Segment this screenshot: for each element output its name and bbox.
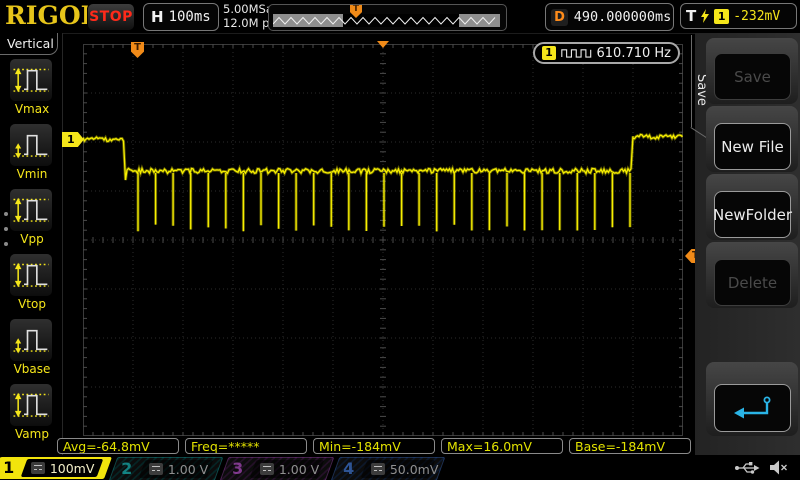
- menu-item-vmax[interactable]: Vmax: [9, 58, 55, 116]
- speaker-muted-icon: [769, 460, 788, 475]
- measurement-base: Base=-184mV: [569, 438, 691, 454]
- channel-tab-4[interactable]: 4 50.0mV: [331, 457, 446, 480]
- channel-number: 1: [3, 458, 14, 477]
- softkey-new-file[interactable]: New File: [714, 123, 791, 170]
- coupling-dc-icon: [371, 463, 385, 475]
- channel-number: 2: [121, 459, 132, 478]
- system-status-icons: [734, 459, 788, 476]
- run-stop-status[interactable]: STOP: [87, 3, 135, 31]
- timebase-value: 100ms: [169, 9, 211, 25]
- horizontal-label: H: [151, 8, 164, 26]
- softkey-newfolder[interactable]: NewFolder: [714, 191, 791, 238]
- channel-scale-chip: 50.0mV: [361, 460, 436, 478]
- delay-value: 490.000000ms: [572, 9, 673, 25]
- channel-scale-value: 1.00 V: [279, 462, 319, 477]
- measurement-avg: Avg=-64.8mV: [57, 438, 179, 454]
- horizontal-timebase-box[interactable]: H 100ms: [143, 3, 219, 31]
- trigger-delay-box[interactable]: D 490.000000ms: [545, 3, 674, 31]
- menu-back-button[interactable]: [714, 384, 791, 432]
- menu-item-label: Vmax: [9, 102, 55, 116]
- frequency-value: 610.710 Hz: [597, 46, 672, 61]
- softkey-save[interactable]: Save: [714, 53, 791, 100]
- channel1-level-marker[interactable]: 1: [62, 132, 84, 147]
- channel-scale-chip: 1.00 V: [139, 460, 214, 478]
- vamp-measure-icon: [9, 383, 53, 427]
- measurement-max: Max=16.0mV: [441, 438, 563, 454]
- menu-item-label: Vamp: [9, 427, 55, 441]
- oscilloscope-screen: RIGOL STOP H 100ms 5.00MSa/s 12.0M pts T…: [0, 0, 800, 480]
- brand-logo: RIGOL: [5, 1, 98, 30]
- vmax-measure-icon: [9, 58, 53, 102]
- channel-number: 4: [343, 459, 354, 478]
- memory-wave-icon: [273, 14, 500, 27]
- menu-item-vbase[interactable]: Vbase: [9, 318, 55, 376]
- waveform-position-indicator[interactable]: T: [268, 4, 507, 31]
- coupling-dc-icon: [260, 463, 274, 475]
- trigger-level-value: -232mV: [733, 9, 780, 24]
- menu-item-label: Vpp: [9, 232, 55, 246]
- menu-item-vpp[interactable]: Vpp: [9, 188, 55, 246]
- trigger-source-badge: 1: [714, 9, 729, 24]
- frequency-counter-badge: 1 610.710 Hz: [533, 42, 680, 64]
- trigger-info-box[interactable]: T 1 -232mV: [680, 3, 797, 29]
- delay-label: D: [551, 9, 568, 26]
- waveform-display: [83, 44, 683, 436]
- channel-scale-value: 1.00 V: [168, 462, 208, 477]
- trigger-label: T: [686, 7, 696, 25]
- vbase-measure-icon: [9, 318, 53, 362]
- menu-item-vmin[interactable]: Vmin: [9, 123, 55, 181]
- square-wave-icon: [561, 47, 592, 59]
- menu-item-label: Vbase: [9, 362, 55, 376]
- trigger-edge-icon: [700, 9, 710, 24]
- right-soft-menu: Save SaveNew FileNewFolderDelete: [695, 33, 800, 455]
- channel-tab-1[interactable]: 1 100mV: [0, 457, 112, 479]
- menu-tab-border: [691, 35, 692, 127]
- menu-item-vtop[interactable]: Vtop: [9, 253, 55, 311]
- channel-scale-chip: 1.00 V: [250, 460, 325, 478]
- graticule: [83, 44, 683, 436]
- vmin-measure-icon: [9, 123, 53, 167]
- left-measure-menu: Vertical Vmax Vmin: [0, 33, 63, 455]
- channel-status-bar: 1 100mV 2 1.00 V 3 1.00 V 4 50.0mV: [0, 456, 800, 480]
- channel-tab-3[interactable]: 3 1.00 V: [220, 457, 335, 480]
- menu-item-vamp[interactable]: Vamp: [9, 383, 55, 441]
- measurement-freq: Freq=*****: [185, 438, 307, 454]
- menu-item-label: Vmin: [9, 167, 55, 181]
- menu-title: Vertical: [7, 36, 54, 51]
- vpp-measure-icon: [9, 188, 53, 232]
- measurement-min: Min=-184mV: [313, 438, 435, 454]
- return-arrow-icon: [730, 395, 776, 421]
- menu-item-label: Vtop: [9, 297, 55, 311]
- channel-number: 3: [232, 459, 243, 478]
- usb-icon: [734, 459, 761, 476]
- channel-scale-chip: 100mV: [21, 459, 104, 477]
- coupling-dc-icon: [31, 462, 45, 474]
- menu-page-indicator: [4, 201, 8, 257]
- freq-source-badge: 1: [542, 46, 556, 60]
- channel-scale-value: 50.0mV: [390, 462, 439, 477]
- coupling-dc-icon: [149, 463, 163, 475]
- channel-tab-2[interactable]: 2 1.00 V: [109, 457, 224, 480]
- channel-scale-value: 100mV: [50, 461, 95, 476]
- vtop-measure-icon: [9, 253, 53, 297]
- softkey-delete[interactable]: Delete: [714, 259, 791, 306]
- top-status-bar: RIGOL STOP H 100ms 5.00MSa/s 12.0M pts T…: [0, 0, 800, 34]
